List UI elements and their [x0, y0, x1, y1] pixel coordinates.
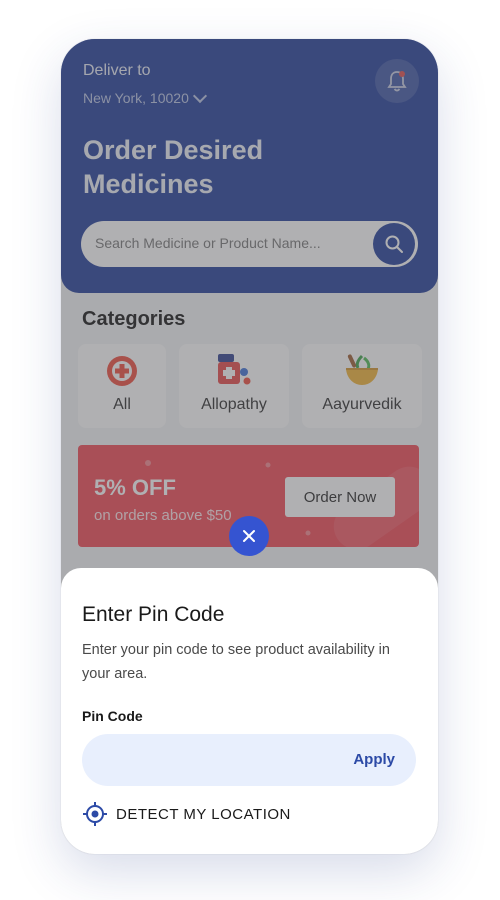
pin-code-label: Pin Code	[82, 708, 143, 724]
apply-button[interactable]: Apply	[353, 751, 395, 768]
sheet-description: Enter your pin code to see product avail…	[82, 642, 390, 682]
crosshair-icon	[83, 802, 107, 826]
detect-location-label: DETECT MY LOCATION	[116, 805, 291, 823]
pin-code-sheet: Enter Pin Code Enter your pin code to se…	[61, 568, 438, 854]
close-button[interactable]	[229, 516, 269, 556]
pin-code-field[interactable]: Apply	[82, 734, 416, 788]
phone-screen: Deliver to New York, 10020 Order Desired…	[61, 39, 438, 854]
close-icon	[243, 530, 255, 542]
detect-location-button[interactable]: DETECT MY LOCATION	[82, 801, 291, 827]
pin-code-input[interactable]	[98, 734, 342, 788]
sheet-title: Enter Pin Code	[82, 603, 225, 626]
